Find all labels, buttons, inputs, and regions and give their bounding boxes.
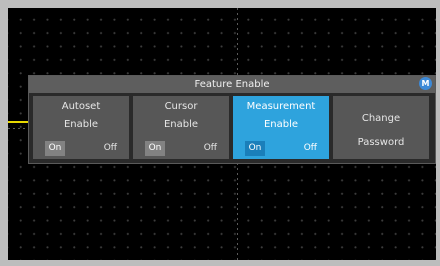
option-label-line2: Enable <box>163 119 199 130</box>
channel-trace-left <box>8 121 28 123</box>
cursor-enable-option[interactable]: Cursor Enable On Off <box>133 96 229 159</box>
option-label-line2: Enable <box>63 119 99 130</box>
option-label-line1: Change <box>361 113 401 124</box>
option-label-line2: Enable <box>263 119 299 130</box>
dialog-title-text: Feature Enable <box>194 79 270 90</box>
cursor-on-toggle[interactable]: On <box>145 141 165 156</box>
measurement-enable-option[interactable]: Measurement Enable On Off <box>233 96 329 159</box>
option-label-line2: Password <box>357 137 405 148</box>
change-password-button[interactable]: Change Password <box>333 96 429 159</box>
menu-badge-icon[interactable]: M <box>419 77 432 90</box>
measurement-on-toggle[interactable]: On <box>245 141 265 156</box>
option-label-line1: Measurement <box>246 101 316 112</box>
autoset-on-toggle[interactable]: On <box>45 141 65 156</box>
autoset-off-toggle[interactable]: Off <box>104 141 117 156</box>
cursor-off-toggle[interactable]: Off <box>204 141 217 156</box>
oscilloscope-screen: Feature Enable M Autoset Enable On Off C… <box>8 8 436 260</box>
feature-enable-dialog: Feature Enable M Autoset Enable On Off C… <box>28 75 436 164</box>
option-label-line1: Cursor <box>164 101 198 112</box>
measurement-off-toggle[interactable]: Off <box>304 141 317 156</box>
option-label-line1: Autoset <box>61 101 101 112</box>
autoset-enable-option[interactable]: Autoset Enable On Off <box>33 96 129 159</box>
dialog-title: Feature Enable M <box>29 76 435 93</box>
